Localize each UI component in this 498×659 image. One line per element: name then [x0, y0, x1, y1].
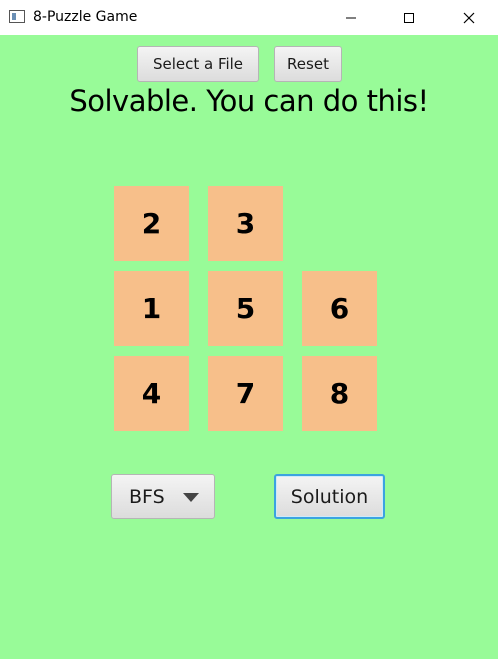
- puzzle-tile[interactable]: 7: [208, 356, 283, 431]
- title-bar[interactable]: 8-Puzzle Game: [0, 0, 498, 35]
- close-button[interactable]: [446, 0, 492, 35]
- window-title: 8-Puzzle Game: [33, 9, 138, 25]
- puzzle-tile[interactable]: 4: [114, 356, 189, 431]
- puzzle-tile[interactable]: 6: [302, 271, 377, 346]
- minimize-icon: [346, 17, 356, 18]
- algorithm-select-value: BFS: [129, 485, 165, 508]
- reset-button[interactable]: Reset: [274, 46, 342, 82]
- algorithm-select[interactable]: BFS: [111, 474, 215, 519]
- app-window: 8-Puzzle Game Select a File Reset Solvab…: [0, 0, 498, 659]
- puzzle-tile[interactable]: 5: [208, 271, 283, 346]
- close-icon: [463, 12, 475, 23]
- select-file-button[interactable]: Select a File: [137, 46, 259, 82]
- minimize-button[interactable]: [328, 0, 374, 35]
- puzzle-tile[interactable]: 8: [302, 356, 377, 431]
- maximize-button[interactable]: [386, 0, 432, 35]
- status-message: Solvable. You can do this!: [69, 84, 429, 118]
- app-window-icon: [9, 10, 25, 23]
- puzzle-tile[interactable]: 2: [114, 186, 189, 261]
- solution-button[interactable]: Solution: [274, 474, 385, 519]
- puzzle-tile[interactable]: 3: [208, 186, 283, 261]
- puzzle-tile[interactable]: 1: [114, 271, 189, 346]
- maximize-icon: [404, 12, 414, 23]
- empty-tile[interactable]: [302, 186, 377, 261]
- chevron-down-icon: [183, 493, 199, 502]
